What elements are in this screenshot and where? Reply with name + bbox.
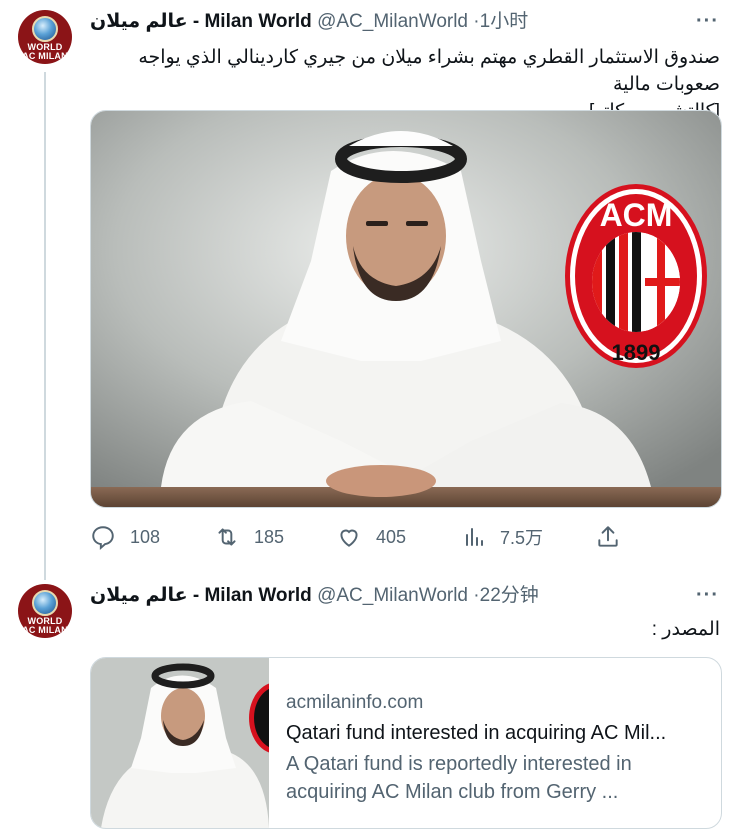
card-description-line: A Qatari fund is reportedly interested i…: [286, 753, 632, 775]
globe-icon: [32, 589, 58, 616]
avatar[interactable]: WORLD AC MILAN: [18, 10, 72, 64]
retweet-icon: [218, 528, 236, 546]
handle[interactable]: @AC_MilanWorld: [317, 11, 468, 32]
reply-count: 108: [130, 526, 161, 547]
views-count: 7.5万: [500, 528, 544, 548]
card-description-line: acquiring AC Milan club from Gerry ...: [286, 781, 619, 803]
retweet-button[interactable]: 185: [214, 524, 284, 550]
avatar[interactable]: WORLD AC MILAN: [18, 584, 72, 638]
card-thumbnail: [91, 658, 269, 828]
card-thumbnail-image: [91, 658, 269, 828]
milan-logo: ACM 1899: [565, 184, 707, 368]
like-button[interactable]: 405: [336, 524, 406, 550]
card-title: Qatari fund interested in acquiring AC M…: [286, 722, 667, 744]
media-photo: ACM 1899: [91, 111, 721, 507]
globe-icon: [32, 15, 58, 42]
tweet-1-avatar[interactable]: WORLD AC MILAN: [18, 10, 72, 64]
timestamp[interactable]: 1小时: [480, 11, 529, 32]
tweet-2-header: عالم ميلان - Milan World @AC_MilanWorld …: [90, 584, 539, 608]
reply-button[interactable]: 108: [90, 524, 160, 550]
card-description: A Qatari fund is reportedly interested i…: [286, 750, 711, 806]
link-card[interactable]: acmilaninfo.com Qatari fund interested i…: [90, 657, 722, 829]
share-icon: [598, 526, 618, 547]
share-button[interactable]: [595, 524, 621, 550]
handle[interactable]: @AC_MilanWorld: [317, 585, 468, 606]
tweet-2-avatar[interactable]: WORLD AC MILAN: [18, 584, 72, 638]
more-icon[interactable]: ···: [696, 584, 719, 607]
like-icon: [340, 529, 358, 547]
tweet-1-header: عالم ميلان - Milan World @AC_MilanWorld …: [90, 10, 528, 34]
avatar-label: WORLD AC MILAN: [22, 41, 68, 61]
tweet-2-text: المصدر :: [651, 619, 720, 640]
timestamp[interactable]: 22分钟: [480, 585, 539, 606]
logo-year: 1899: [612, 340, 661, 365]
views-icon: [466, 528, 483, 546]
retweet-count: 185: [254, 526, 285, 547]
reply-icon: [92, 526, 114, 550]
display-name[interactable]: عالم ميلان - Milan World: [90, 11, 312, 32]
views-button[interactable]: 7.5万: [462, 524, 543, 550]
more-icon[interactable]: ···: [696, 10, 719, 33]
card-domain: acmilaninfo.com: [286, 692, 424, 713]
display-name[interactable]: عالم ميلان - Milan World: [90, 585, 312, 606]
logo-text: ACM: [600, 197, 673, 233]
avatar-label: WORLD AC MILAN: [22, 615, 68, 635]
tweet-text-line: صندوق الاستثمار القطري مهتم بشراء ميلان …: [138, 47, 720, 95]
tweet-1-actions: 108 185 405 7.5万: [90, 524, 720, 554]
tweet-1-media[interactable]: ACM 1899: [90, 110, 722, 508]
like-count: 405: [376, 526, 407, 547]
thread-line: [44, 72, 46, 580]
